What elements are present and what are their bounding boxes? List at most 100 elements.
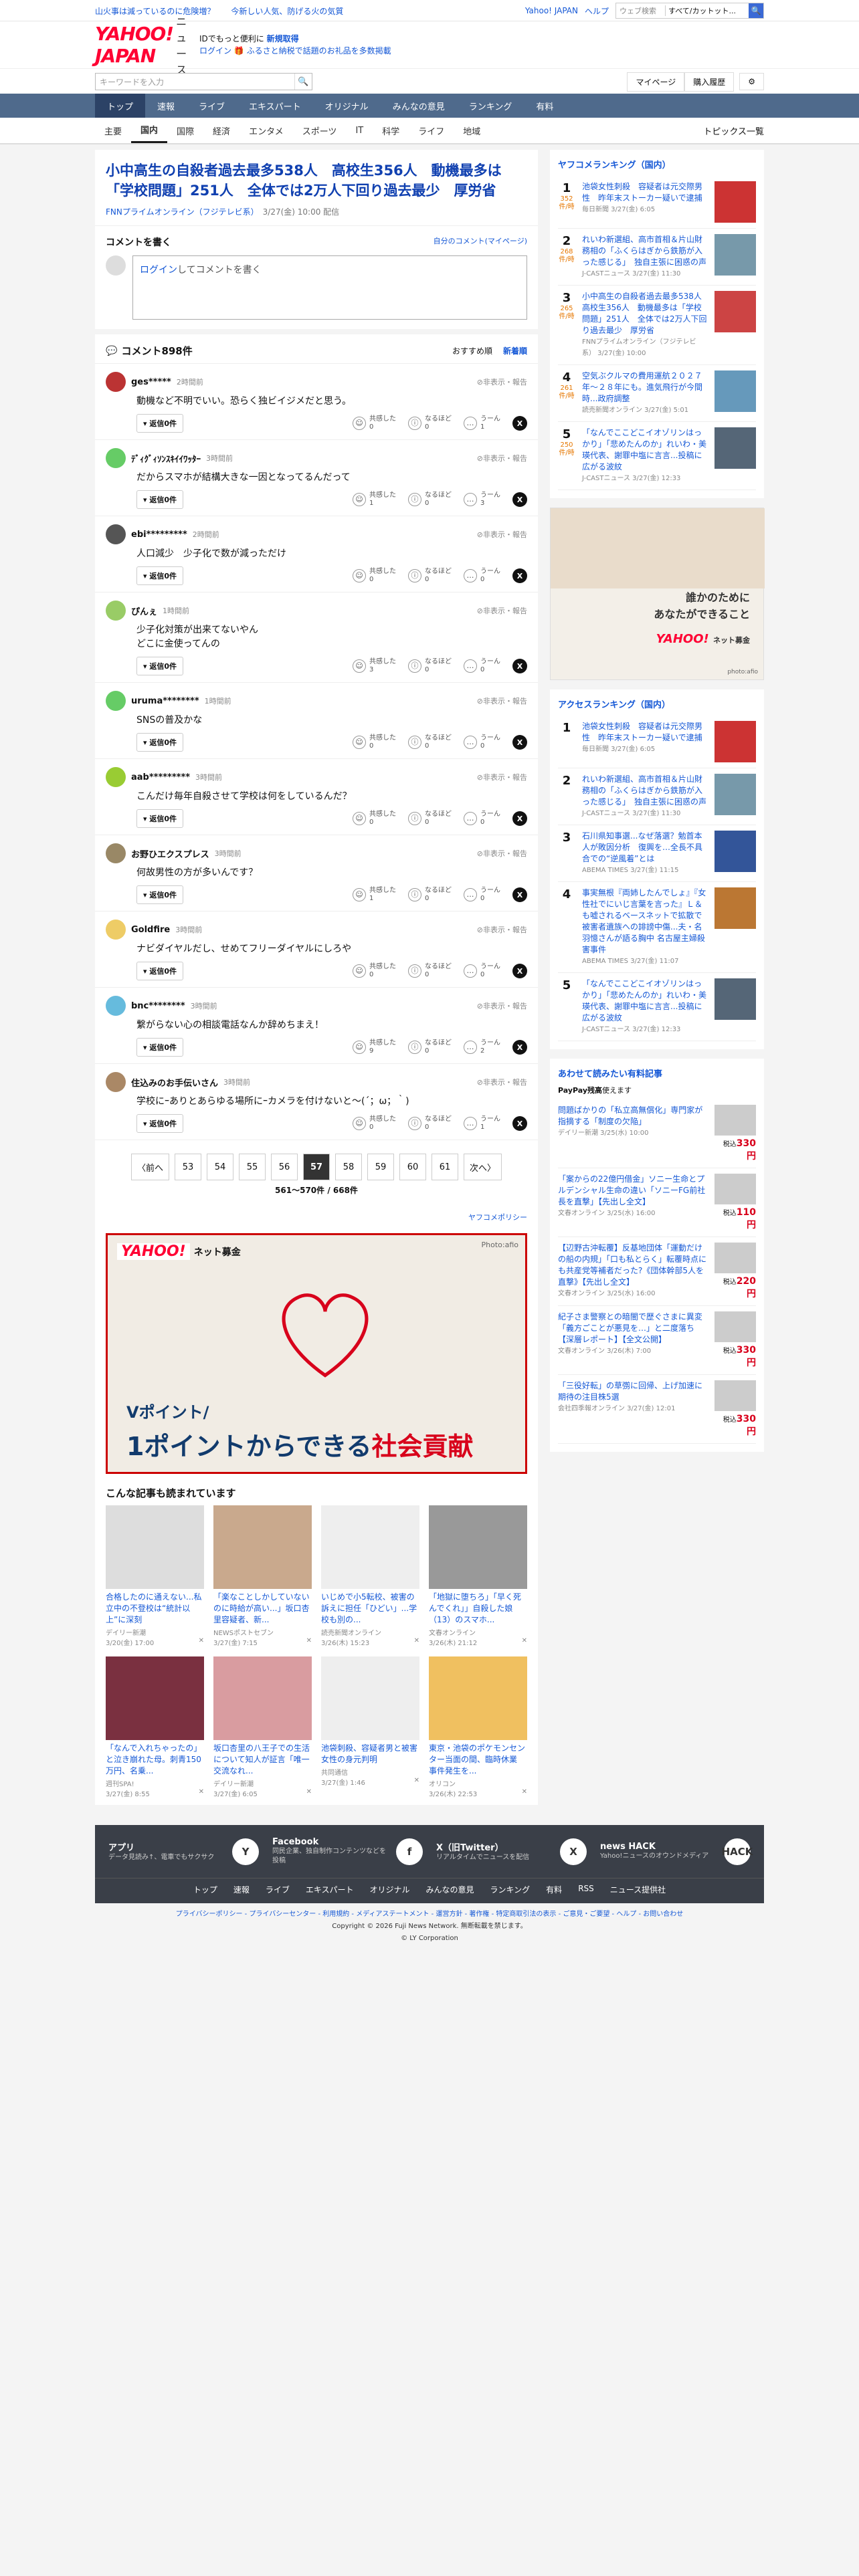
mypage-button[interactable]: マイページ xyxy=(627,72,685,92)
avatar[interactable] xyxy=(106,601,126,621)
agree-button[interactable]: ⓘ なるほど 0 xyxy=(408,658,452,674)
rank-title[interactable]: 池袋女性刺殺 容疑者は元交際男性 昨年末ストーカー疑いで逮捕 xyxy=(582,182,702,203)
related-headline[interactable]: いじめで小5転校、被害の訴えに担任「ひどい」...学校も別の... xyxy=(321,1592,419,1626)
close-icon[interactable]: ✕ xyxy=(414,1637,419,1647)
ranking-item[interactable]: 2 268 件/時 れいわ新選組、高市首相＆片山財務相の「ふくらはぎから鉄筋が入った… xyxy=(558,229,756,286)
empathy-button[interactable]: ☺ 共感した 0 xyxy=(353,1115,396,1132)
paid-title[interactable]: 「三役好転」の草彅に回帰、上げ加速に期待の注目株5選 xyxy=(558,1381,702,1402)
footer-link[interactable]: 速報 xyxy=(233,1884,250,1895)
page-button[interactable]: 55 xyxy=(239,1154,266,1180)
ranking-item[interactable]: 1 352 件/時 池袋女性刺殺 容疑者は元交際男性 昨年末ストーカー疑いで逮捕 毎日… xyxy=(558,176,756,229)
paid-item[interactable]: 紀子さま警察との暗闇で歴ぐさまに異変「義方ごことが悪見を…」と二度落ち【深層レポ… xyxy=(558,1306,756,1375)
hmm-button[interactable]: … うーん 0 xyxy=(464,963,500,979)
hmm-button[interactable]: … うーん 0 xyxy=(464,734,500,750)
page-button[interactable]: 56 xyxy=(271,1154,298,1180)
search-icon[interactable]: 🔍 xyxy=(749,3,763,18)
related-card[interactable]: いじめで小5転校、被害の訴えに担任「ひどい」...学校も別の... 読売新聞オン… xyxy=(321,1505,419,1647)
help-link[interactable]: ヘルプ xyxy=(585,5,609,17)
page-button[interactable]: 53 xyxy=(175,1154,201,1180)
reply-button[interactable]: ▾ 返信0件 xyxy=(136,885,184,904)
comment-policy-link[interactable]: ヤフコメポリシー xyxy=(468,1213,527,1222)
access-ranking-item[interactable]: 3 石川県知事選...なぜ落選？勉首本人が敗因分析 復興を…全長不具合での“逆風… xyxy=(558,825,756,882)
page-button[interactable]: 58 xyxy=(335,1154,362,1180)
x-share-icon[interactable]: X xyxy=(512,659,527,673)
hide-report-link[interactable]: ⊘非表示・報告 xyxy=(477,377,527,387)
related-headline[interactable]: 「楽なことしかしていないのに時給が高い...」坂口杏里容疑者、新... xyxy=(213,1592,312,1626)
hmm-button[interactable]: … うーん 0 xyxy=(464,658,500,674)
hmm-button[interactable]: … うーん 1 xyxy=(464,415,500,431)
access-ranking-item[interactable]: 1 池袋女性刺殺 容疑者は元交際男性 昨年末ストーカー疑いで逮捕 毎日新聞 3/2… xyxy=(558,716,756,768)
hide-report-link[interactable]: ⊘非表示・報告 xyxy=(477,772,527,782)
nav-item[interactable]: 有料 xyxy=(524,94,565,118)
app-icon[interactable]: X xyxy=(560,1838,587,1865)
footer-app-title[interactable]: Facebook xyxy=(272,1837,389,1847)
x-share-icon[interactable]: X xyxy=(512,1116,527,1131)
comment-author[interactable]: bnc******** xyxy=(131,1001,185,1011)
paid-item[interactable]: 問題ばかりの「私立高無償化」専門家が指摘する「制度の欠陥」 デイリー新潮 3/25… xyxy=(558,1099,756,1168)
donation-ad[interactable]: 誰かのために あなたができること YAHOO! ネット募金 photo:afio xyxy=(550,508,765,680)
avatar[interactable] xyxy=(106,843,126,863)
rank-title[interactable]: 空気ぶクルマの費用運航２０２７年〜２８年にも。進気飛行が今間時...政府調整 xyxy=(582,371,702,403)
category-tab[interactable]: 科学 xyxy=(373,118,409,143)
reply-button[interactable]: ▾ 返信0件 xyxy=(136,809,184,828)
comment-author[interactable]: お野ひエクスプレス xyxy=(131,847,209,860)
hmm-button[interactable]: … うーん 3 xyxy=(464,492,500,508)
paid-item[interactable]: 【辺野古沖転覆】反基地団体「運動だけの船の内規」「口も私とらく」転覆時点にも共産… xyxy=(558,1237,756,1306)
comment-author[interactable]: ﾃﾞｨｸﾞｨｿﾝｽｷｲｲﾜｯﾀｰ xyxy=(131,452,201,465)
hide-report-link[interactable]: ⊘非表示・報告 xyxy=(477,695,527,706)
paid-title[interactable]: 問題ばかりの「私立高無償化」専門家が指摘する「制度の欠陥」 xyxy=(558,1105,702,1126)
reply-button[interactable]: ▾ 返信0件 xyxy=(136,657,184,675)
empathy-button[interactable]: ☺ 共感した 0 xyxy=(353,568,396,584)
category-tab[interactable]: ライフ xyxy=(409,118,454,143)
related-card[interactable]: 「地獄に堕ちろ」「早く死んでくれ」」自殺した娘（13）のスマホ... 文春オンラ… xyxy=(429,1505,527,1647)
nav-item[interactable]: ランキング xyxy=(457,94,524,118)
comment-author[interactable]: Goldfire xyxy=(131,925,170,935)
footer-app[interactable]: X（旧Twitter） リアルタイムでニュースを配信 X xyxy=(436,1837,587,1866)
hmm-button[interactable]: … うーん 0 xyxy=(464,568,500,584)
empathy-button[interactable]: ☺ 共感した 9 xyxy=(353,1039,396,1055)
rank-title[interactable]: れいわ新選組、高市首相＆片山財務相の「ふくらはぎから鉄筋が入った感じる」 独自主… xyxy=(582,235,706,267)
footer-link[interactable]: みんなの意見 xyxy=(426,1884,474,1895)
nav-item[interactable]: エキスパート xyxy=(237,94,313,118)
reply-button[interactable]: ▾ 返信0件 xyxy=(136,566,184,585)
close-icon[interactable]: ✕ xyxy=(306,1637,312,1647)
page-button[interactable]: 60 xyxy=(399,1154,426,1180)
avatar[interactable] xyxy=(106,996,126,1016)
comment-author[interactable]: uruma******** xyxy=(131,696,199,706)
footer-link[interactable]: 有料 xyxy=(546,1884,562,1895)
empathy-button[interactable]: ☺ 共感した 0 xyxy=(353,415,396,431)
article-title[interactable]: 小中高生の自殺者過去最多538人 高校生356人 動機最多は「学校問題」251人… xyxy=(106,160,527,201)
close-icon[interactable]: ✕ xyxy=(414,1777,419,1787)
footer-app[interactable]: news HACK Yahoo!ニュースのオウンドメディア HACK xyxy=(600,1837,753,1866)
footer-link[interactable]: RSS xyxy=(578,1884,594,1895)
rank-title[interactable]: れいわ新選組、高市首相＆片山財務相の「ふくらはぎから鉄筋が入った感じる」 独自主… xyxy=(582,774,706,807)
reply-button[interactable]: ▾ 返信0件 xyxy=(136,490,184,509)
hide-report-link[interactable]: ⊘非表示・報告 xyxy=(477,605,527,616)
ranking-item[interactable]: 5 250 件/時 「なんでここどこイオゾリンはっかり」「悲めたんのか」れいわ・美瑛… xyxy=(558,422,756,490)
page-button[interactable]: 61 xyxy=(432,1154,458,1180)
news-search[interactable]: キーワードを入力 🔍 xyxy=(95,73,312,90)
paid-title[interactable]: 「案からの22億円借金」ソニー生命とプルデンシャル生命の違い「ソニーFG前社長を… xyxy=(558,1174,705,1206)
category-tab[interactable]: 主要 xyxy=(95,118,131,143)
agree-button[interactable]: ⓘ なるほど 0 xyxy=(408,1115,452,1132)
nav-item[interactable]: みんなの意見 xyxy=(381,94,457,118)
search-scope-select[interactable]: すべて/カットット... xyxy=(665,5,749,16)
footer-link[interactable]: ニュース提供社 xyxy=(610,1884,666,1895)
article-source[interactable]: FNNプライムオンライン（フジテレビ系） xyxy=(106,207,255,217)
rank-title[interactable]: 池袋女性刺殺 容疑者は元交際男性 昨年末ストーカー疑いで逮捕 xyxy=(582,722,702,742)
comment-author[interactable]: ぴんぇ xyxy=(131,605,157,617)
x-share-icon[interactable]: X xyxy=(512,492,527,507)
agree-button[interactable]: ⓘ なるほど 0 xyxy=(408,492,452,508)
related-card[interactable]: 池袋刺殺、容疑者男と被害女性の身元判明 共同通信 3/27(金) 1:46 ✕ xyxy=(321,1656,419,1798)
nav-item[interactable]: トップ xyxy=(95,94,146,118)
my-comments-link[interactable]: 自分のコメント(マイページ) xyxy=(434,235,527,249)
rank-title[interactable]: 「なんでここどこイオゾリンはっかり」「悲めたんのか」れいわ・美瑛代表、謝罪中塩に… xyxy=(582,428,706,471)
footer-link[interactable]: ランキング xyxy=(490,1884,531,1895)
agree-button[interactable]: ⓘ なるほど 0 xyxy=(408,734,452,750)
related-card[interactable]: 坂口杏里の八王子での生活について知人が証言「唯一交流なれ... デイリー新潮 3… xyxy=(213,1656,312,1798)
empathy-button[interactable]: ☺ 共感した 0 xyxy=(353,811,396,827)
related-card[interactable]: 「なんで入れちゃったの」と泣き崩れた母。刺青150万円、名乗... 週刊SPA!… xyxy=(106,1656,204,1798)
related-headline[interactable]: 「地獄に堕ちろ」「早く死んでくれ」」自殺した娘（13）のスマホ... xyxy=(429,1592,527,1626)
app-icon[interactable]: HACK xyxy=(722,1838,753,1865)
hide-report-link[interactable]: ⊘非表示・報告 xyxy=(477,924,527,935)
